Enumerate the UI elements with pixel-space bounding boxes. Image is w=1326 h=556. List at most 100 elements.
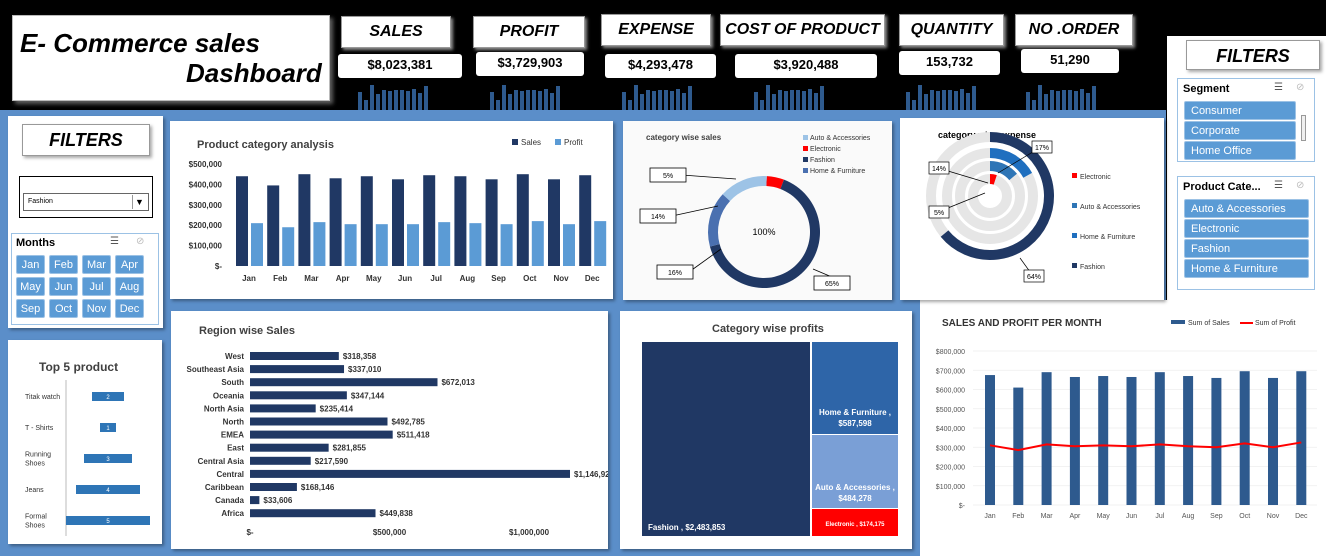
legend-swatch <box>1072 233 1077 238</box>
kpi-cost-label: COST OF PRODUCT <box>720 14 885 46</box>
sparkline-bar <box>1056 91 1060 110</box>
data-label: $337,010 <box>348 365 382 374</box>
sparkline-cost <box>754 85 824 110</box>
sales-profit-month-panel: SALES AND PROFIT PER MONTH $800,000 $700,… <box>925 306 1325 556</box>
month-button-apr[interactable]: Apr <box>115 255 144 274</box>
x-tick-label: Sep <box>1210 513 1223 520</box>
clear-filter-icon[interactable]: ⊘ <box>1296 180 1304 191</box>
x-tick-label: Aug <box>460 274 476 283</box>
bar-sales <box>267 185 280 266</box>
y-tick-label: $400,000 <box>189 180 223 189</box>
x-tick-label: Feb <box>1012 513 1024 520</box>
multi-select-icon[interactable]: ☰ <box>110 236 119 247</box>
y-tick-label: Formal <box>25 514 47 521</box>
y-tick-label: Southeast Asia <box>187 365 245 374</box>
category-electronic[interactable]: Electronic <box>1184 219 1309 238</box>
x-tick-label: Apr <box>336 274 350 283</box>
product-category-panel: Product category analysis $500,000 $400,0… <box>170 121 613 299</box>
segment-home-office[interactable]: Home Office <box>1184 141 1296 160</box>
chevron-down-icon[interactable]: ▼ <box>132 195 146 209</box>
legend-label: Electronic <box>1080 174 1111 181</box>
month-button-nov[interactable]: Nov <box>82 299 111 318</box>
segment-corporate[interactable]: Corporate <box>1184 121 1296 140</box>
bar-sales <box>548 179 560 266</box>
sparkline-bar <box>394 90 398 110</box>
bar-sales <box>485 179 498 266</box>
sparkline-bar <box>1050 90 1054 110</box>
sparkline-bar <box>808 89 812 110</box>
x-tick-label: $1,000,000 <box>509 528 550 537</box>
region-sales-chart: West $318,358 Southeast Asia $337,010 South $… <box>187 352 608 537</box>
clear-filter-icon[interactable]: ⊘ <box>136 236 144 247</box>
months-slicer: Months ☰ ⊘ Jan Feb Mar Apr May Jun Jul Aug Sep Oc… <box>11 233 159 325</box>
month-button-jan[interactable]: Jan <box>16 255 45 274</box>
category-home-furniture[interactable]: Home & Furniture <box>1184 259 1309 278</box>
sparkline-bar <box>490 92 494 110</box>
y-tick-label: Running <box>25 452 51 459</box>
sparkline-bar <box>370 85 374 110</box>
multi-select-icon[interactable]: ☰ <box>1274 82 1283 93</box>
category-profits-panel: Category wise profits Fashion , $2,483,8… <box>620 311 912 549</box>
x-tick-label: $- <box>246 528 253 537</box>
sparkline-bar <box>640 94 644 110</box>
sparkline-bar <box>1080 89 1084 110</box>
sparkline-bar <box>556 86 560 110</box>
bar-region <box>250 430 393 439</box>
kpi-orders-value: 51,290 <box>1021 49 1119 73</box>
y-tick-label: $500,000 <box>189 160 223 169</box>
x-tick-label: Oct <box>1239 513 1250 520</box>
month-button-jun[interactable]: Jun <box>49 277 78 296</box>
sparkline-bar <box>508 94 512 110</box>
data-label: 16% <box>668 270 682 277</box>
legend-swatch <box>803 146 808 151</box>
left-filters-panel: FILTERS Fashion ▼ Months ☰ ⊘ Jan Feb Mar Ap… <box>8 116 163 328</box>
bar-region <box>250 365 345 374</box>
sparkline-bar <box>772 94 776 110</box>
legend-label: Auto & Accessories <box>1080 204 1141 211</box>
sparkline-bar <box>364 100 368 110</box>
sparkline-bar <box>912 100 916 110</box>
dashboard-title-box: E- Commerce sales Dashboard <box>12 15 330 101</box>
sparkline-bar <box>1068 90 1072 110</box>
month-button-may[interactable]: May <box>16 277 45 296</box>
treemap-fashion <box>642 342 810 536</box>
segment-scrollbar[interactable] <box>1301 115 1306 141</box>
x-tick-label: Jun <box>398 274 412 283</box>
legend-swatch <box>1072 173 1077 178</box>
kpi-sales-value: $8,023,381 <box>338 54 462 78</box>
multi-select-icon[interactable]: ☰ <box>1274 180 1283 191</box>
month-button-mar[interactable]: Mar <box>82 255 111 274</box>
bar-region <box>250 404 316 413</box>
sparkline-sales <box>358 85 428 110</box>
sparkline-bar <box>1032 100 1036 110</box>
kpi-profit-value: $3,729,903 <box>476 52 584 76</box>
bar-sales <box>423 175 436 266</box>
treemap-label: Home & Furniture , <box>819 408 891 417</box>
x-tick-label: Jan <box>984 513 995 520</box>
legend-swatch <box>803 168 808 173</box>
segment-consumer[interactable]: Consumer <box>1184 101 1296 120</box>
category-dropdown[interactable]: Fashion ▼ <box>23 193 149 211</box>
month-button-sep[interactable]: Sep <box>16 299 45 318</box>
month-button-jul[interactable]: Jul <box>82 277 111 296</box>
clear-filter-icon[interactable]: ⊘ <box>1296 82 1304 93</box>
y-tick-label: $700,000 <box>936 368 965 375</box>
sparkline-bar <box>688 86 692 110</box>
segment-slicer-title: Segment <box>1183 83 1230 95</box>
y-tick-label: Titak watch <box>25 394 60 401</box>
category-auto-accessories[interactable]: Auto & Accessories <box>1184 199 1309 218</box>
month-button-aug[interactable]: Aug <box>115 277 144 296</box>
sparkline-bar <box>652 91 656 110</box>
month-button-dec[interactable]: Dec <box>115 299 144 318</box>
month-button-oct[interactable]: Oct <box>49 299 78 318</box>
x-tick-label: Mar <box>304 274 318 283</box>
bar-profit <box>282 227 295 266</box>
y-tick-label: North Asia <box>204 404 245 413</box>
y-tick-label: Central Asia <box>198 457 245 466</box>
sparkline-bar <box>784 91 788 110</box>
data-label: 65% <box>825 281 839 288</box>
month-button-feb[interactable]: Feb <box>49 255 78 274</box>
bar-sales <box>1126 376 1137 505</box>
bar-sales <box>454 176 467 266</box>
category-fashion[interactable]: Fashion <box>1184 239 1309 258</box>
